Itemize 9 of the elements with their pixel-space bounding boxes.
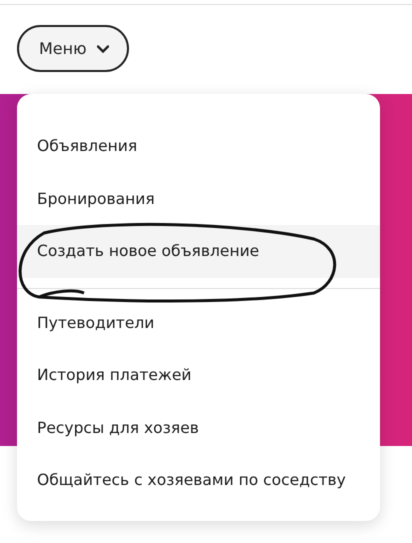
chevron-icon [96, 44, 109, 52]
menu-item[interactable]: История платежей [17, 349, 380, 402]
menu-item[interactable]: Путеводители [17, 296, 380, 349]
menu-button[interactable]: Меню [17, 25, 129, 72]
menu-item[interactable]: Общайтесь с хозяевами по соседству [17, 454, 380, 506]
menu-item[interactable]: Бронирования [17, 172, 380, 225]
menu-item[interactable]: Ресурсы для хозяев [17, 402, 380, 454]
menu-item[interactable]: Создать новое объявление [17, 225, 380, 278]
menu-item[interactable]: Объявления [17, 120, 380, 172]
